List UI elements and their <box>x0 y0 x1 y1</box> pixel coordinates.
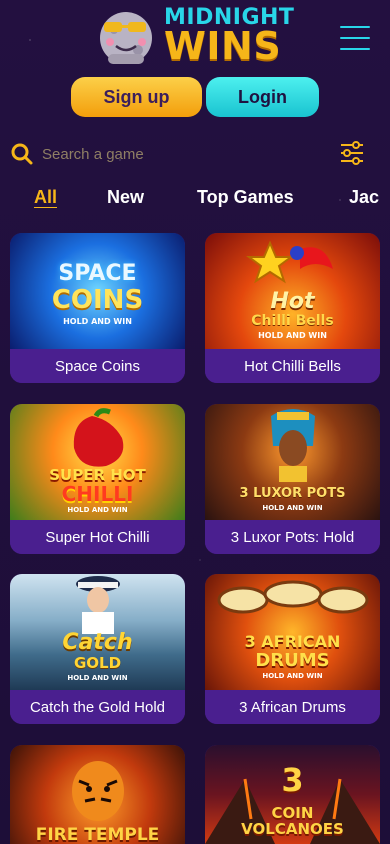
tiger-icon <box>72 761 124 821</box>
art-line1: Hot <box>270 289 315 314</box>
art-line2: DRUMS <box>255 650 330 671</box>
game-card-catch-the-gold[interactable]: Catch GOLD HOLD AND WIN Catch the Gold H… <box>10 574 185 724</box>
game-card-super-hot-chilli[interactable]: SUPER HOT CHILLI HOLD AND WIN Super Hot … <box>10 404 185 554</box>
art-line1: 3 LUXOR POTS <box>239 486 346 501</box>
game-card-space-coins[interactable]: SPACE COINS HOLD AND WIN Space Coins <box>10 233 185 383</box>
art-line2: CHILLI <box>61 482 134 506</box>
art-line1: FIRE TEMPLE <box>35 825 160 844</box>
game-card-fire-temple[interactable]: FIRE TEMPLE <box>10 745 185 844</box>
art-line1: Catch <box>62 630 133 655</box>
moon-mascot-icon <box>100 12 152 64</box>
game-card-hot-chilli-bells[interactable]: Hot Chilli Bells HOLD AND WIN Hot Chilli… <box>205 233 380 383</box>
tab-new[interactable]: New <box>107 184 144 210</box>
star-chilli-icon <box>246 240 333 284</box>
game-thumbnail: Catch GOLD HOLD AND WIN <box>10 574 185 690</box>
art-line1: SPACE <box>58 261 137 286</box>
game-thumbnail: 3 COIN VOLCANOES <box>205 745 380 844</box>
art-line1: 3 <box>281 761 304 799</box>
category-tabs: All New Top Games Jac <box>0 184 390 212</box>
art-sub: HOLD AND WIN <box>63 317 132 326</box>
signup-button[interactable]: Sign up <box>71 77 202 117</box>
game-thumbnail: SPACE COINS HOLD AND WIN <box>10 233 185 349</box>
game-title: Hot Chilli Bells <box>205 349 380 383</box>
search-bar <box>0 134 390 172</box>
chilli-pepper-icon <box>73 408 124 467</box>
art-sub: HOLD AND WIN <box>67 506 128 514</box>
tab-jackpots[interactable]: Jac <box>349 184 379 210</box>
header: MIDNIGHT WINS <box>0 0 390 72</box>
game-title: Space Coins <box>10 349 185 383</box>
game-title: 3 African Drums <box>205 690 380 724</box>
game-card-3-african-drums[interactable]: 3 AFRICAN DRUMS HOLD AND WIN 3 African D… <box>205 574 380 724</box>
tab-all[interactable]: All <box>34 184 57 210</box>
art-sub: HOLD AND WIN <box>67 674 128 682</box>
search-icon[interactable] <box>10 142 34 166</box>
game-thumbnail: FIRE TEMPLE <box>10 745 185 844</box>
pharaoh-queen-icon <box>271 409 315 482</box>
game-thumbnail: 3 LUXOR POTS HOLD AND WIN <box>205 404 380 520</box>
art-line2: COIN VOLCANOES <box>241 804 344 838</box>
game-title: Catch the Gold Hold <box>10 690 185 724</box>
art-sub: HOLD AND WIN <box>262 672 323 680</box>
brand-logo[interactable]: MIDNIGHT WINS <box>94 2 304 70</box>
game-thumbnail: 3 AFRICAN DRUMS HOLD AND WIN <box>205 574 380 690</box>
art-sub: HOLD AND WIN <box>258 331 327 340</box>
game-title: 3 Luxor Pots: Hold <box>205 520 380 554</box>
game-title: Super Hot Chilli <box>10 520 185 554</box>
filter-sliders-icon[interactable] <box>338 139 366 167</box>
login-button[interactable]: Login <box>206 77 319 117</box>
game-card-3-coin-volcanoes[interactable]: 3 COIN VOLCANOES <box>205 745 380 844</box>
game-card-3-luxor-pots[interactable]: 3 LUXOR POTS HOLD AND WIN 3 Luxor Pots: … <box>205 404 380 554</box>
art-line2: Chilli Bells <box>251 313 334 329</box>
art-line2: COINS <box>51 285 144 315</box>
game-thumbnail: SUPER HOT CHILLI HOLD AND WIN <box>10 404 185 520</box>
art-line1: 3 AFRICAN <box>244 632 341 651</box>
art-line2: GOLD <box>73 654 122 672</box>
captain-character-icon <box>76 576 120 634</box>
game-thumbnail: Hot Chilli Bells HOLD AND WIN <box>205 233 380 349</box>
art-sub: HOLD AND WIN <box>262 504 323 512</box>
tab-top-games[interactable]: Top Games <box>197 184 294 210</box>
brand-line2: WINS <box>164 24 282 68</box>
search-input[interactable] <box>40 140 304 168</box>
drums-icon <box>217 580 369 614</box>
hamburger-menu-icon[interactable] <box>340 26 370 56</box>
